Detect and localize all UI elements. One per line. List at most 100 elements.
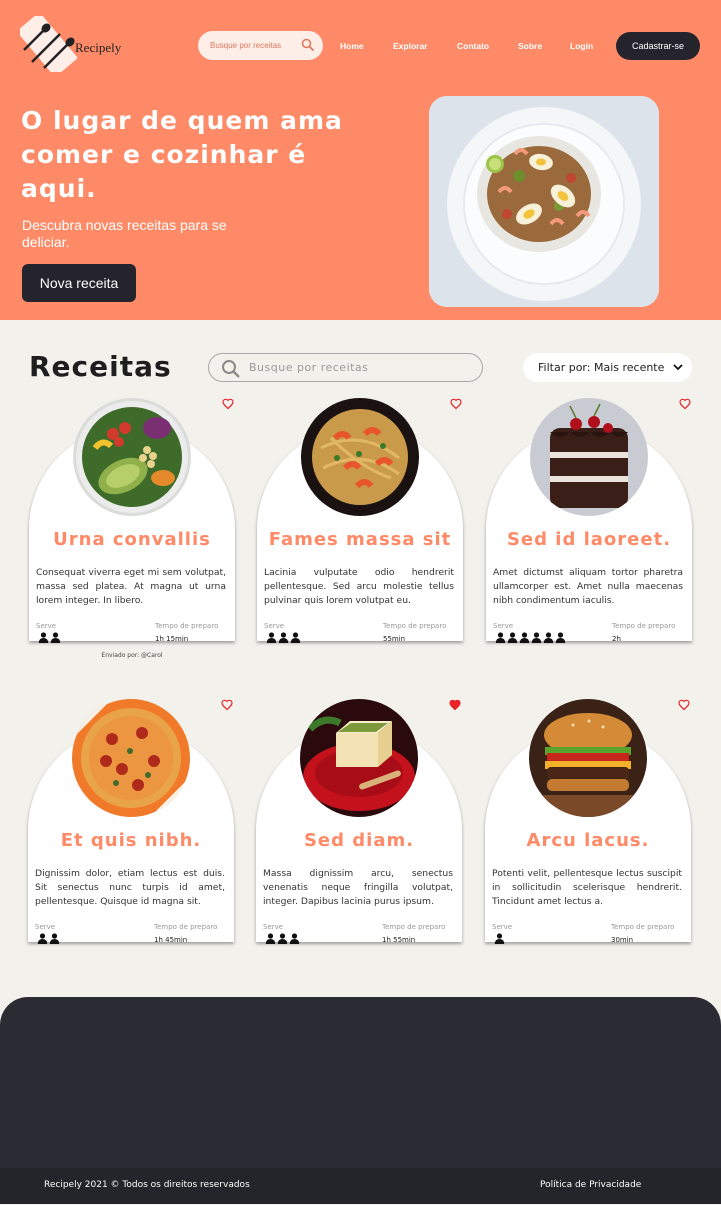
person-icon: [277, 933, 288, 944]
recipe-photo[interactable]: [529, 699, 647, 817]
prep-time-value: 2h: [612, 635, 621, 643]
recipe-card[interactable]: Sed id laoreet. Amet dictumst aliquam to…: [486, 398, 692, 644]
recipe-title[interactable]: Fames massa sit: [257, 529, 463, 550]
person-icon: [519, 632, 530, 643]
favorite-heart-icon: [221, 699, 233, 711]
recipe-title[interactable]: Sed id laoreet.: [486, 529, 692, 550]
person-icon: [265, 933, 276, 944]
recipe-photo[interactable]: [301, 398, 419, 516]
nav-about-link[interactable]: Sobre: [518, 41, 542, 51]
recipe-description: Amet dictumst aliquam tortor pharetra ul…: [493, 567, 683, 606]
serves-label: Serve: [35, 923, 56, 931]
person-icon: [555, 632, 566, 643]
recipe-card[interactable]: Et quis nibh. Dignissim dolor, etiam lec…: [28, 699, 234, 945]
sort-filter-label: Filtar por: Mais recente: [538, 361, 665, 374]
serves-people-icons: [37, 933, 60, 945]
recipe-title[interactable]: Arcu lacus.: [485, 830, 691, 851]
prep-time-label: Tempo de preparo: [383, 622, 447, 630]
recipe-photo[interactable]: [300, 699, 418, 817]
footer-panel: [0, 997, 721, 1169]
person-icon: [531, 632, 542, 643]
recipe-title[interactable]: Et quis nibh.: [28, 830, 234, 851]
recipe-card[interactable]: Arcu lacus. Potenti velit, pellentesque …: [485, 699, 691, 945]
serves-people-icons: [265, 933, 300, 945]
recipe-title[interactable]: Urna convallis: [29, 529, 235, 550]
prep-time-label: Tempo de preparo: [382, 923, 446, 931]
person-icon: [507, 632, 518, 643]
serves-label: Serve: [36, 622, 57, 630]
favorite-heart-icon: [678, 699, 690, 711]
recipes-heading: Receitas: [29, 350, 172, 383]
recipe-photo[interactable]: [530, 398, 648, 516]
recipes-search-box: [208, 353, 483, 382]
person-icon: [290, 632, 301, 643]
person-icon: [37, 933, 48, 944]
favorite-button[interactable]: [677, 699, 691, 713]
hero-header: Recipely Home Explorar Contato Sobre Log…: [0, 0, 721, 320]
recipe-description: Consequat viverra eget mi sem volutpat, …: [36, 567, 226, 606]
recipe-description: Massa dignissim arcu, senectus venenatis…: [263, 868, 453, 907]
nav-search-box: [198, 31, 323, 60]
nav-login-link[interactable]: Login: [570, 41, 593, 51]
recipe-description: Dignissim dolor, etiam lectus est duis. …: [35, 868, 225, 907]
hero-dish-photo: [429, 96, 659, 307]
footer-copyright: Recipely 2021 © Todos os direitos reserv…: [44, 1180, 250, 1190]
recipe-description: Potenti velit, pellentesque lectus susci…: [492, 868, 682, 907]
favorite-button[interactable]: [221, 398, 235, 412]
prep-time-label: Tempo de preparo: [612, 622, 676, 630]
recipely-logo[interactable]: Recipely: [17, 12, 121, 77]
prep-time-value: 1h 15min: [155, 635, 189, 643]
signup-button[interactable]: Cadastrar-se: [616, 32, 700, 60]
prep-time-value: 55min: [383, 635, 406, 643]
sort-filter-dropdown[interactable]: Filtar por: Mais recente: [523, 353, 692, 382]
brand-name: Recipely: [75, 40, 122, 55]
recipe-card[interactable]: Urna convallis Consequat viverra eget mi…: [29, 398, 235, 659]
recipe-card[interactable]: Fames massa sit Lacinia vulputate odio h…: [257, 398, 463, 643]
prep-time-value: 1h 45min: [154, 936, 188, 944]
favorite-heart-icon: [679, 398, 691, 410]
utensils-logo-icon: [17, 12, 78, 77]
person-icon: [50, 632, 61, 643]
favorite-heart-icon: [450, 398, 462, 410]
prep-time-label: Tempo de preparo: [154, 923, 218, 931]
favorite-heart-icon: [449, 699, 461, 711]
serves-people-icons: [494, 933, 505, 945]
serves-label: Serve: [264, 622, 285, 630]
search-icon[interactable]: [221, 359, 241, 379]
serves-people-icons: [38, 632, 61, 644]
favorite-heart-icon: [222, 398, 234, 410]
nav-explore-link[interactable]: Explorar: [393, 41, 428, 51]
privacy-policy-link[interactable]: Política de Privacidade: [540, 1180, 641, 1190]
hero-title: O lugar de quem ama comer e cozinhar é a…: [21, 106, 343, 203]
nav-home-link[interactable]: Home: [340, 41, 364, 51]
favorite-button[interactable]: [678, 398, 692, 412]
person-icon: [38, 632, 49, 643]
prep-time-label: Tempo de preparo: [155, 622, 219, 630]
footer-bar: Recipely 2021 © Todos os direitos reserv…: [0, 1168, 721, 1204]
nav-search-input[interactable]: [198, 31, 293, 60]
person-icon: [543, 632, 554, 643]
prep-time-value: 1h 55min: [382, 936, 416, 944]
search-icon[interactable]: [301, 38, 315, 52]
favorite-button[interactable]: [220, 699, 234, 713]
person-icon: [494, 933, 505, 944]
favorite-button[interactable]: [449, 398, 463, 412]
person-icon: [266, 632, 277, 643]
serves-label: Serve: [492, 923, 513, 931]
favorite-button[interactable]: [448, 699, 462, 713]
recipe-title[interactable]: Sed diam.: [256, 830, 462, 851]
person-icon: [495, 632, 506, 643]
person-icon: [278, 632, 289, 643]
recipe-photo[interactable]: [72, 699, 190, 817]
serves-people-icons: [495, 632, 566, 644]
serves-label: Serve: [263, 923, 284, 931]
chevron-down-icon: [673, 364, 683, 371]
recipe-card[interactable]: Sed diam. Massa dignissim arcu, senectus…: [256, 699, 462, 945]
prep-time-value: 30min: [611, 936, 634, 944]
recipe-photo[interactable]: [73, 398, 191, 516]
new-recipe-button[interactable]: Nova receita: [22, 264, 136, 302]
recipe-description: Lacinia vulputate odio hendrerit pellent…: [264, 567, 454, 606]
recipe-author: Enviado por: @Carol: [101, 652, 163, 659]
nav-contact-link[interactable]: Contato: [457, 41, 489, 51]
recipes-search-input[interactable]: [249, 354, 469, 381]
